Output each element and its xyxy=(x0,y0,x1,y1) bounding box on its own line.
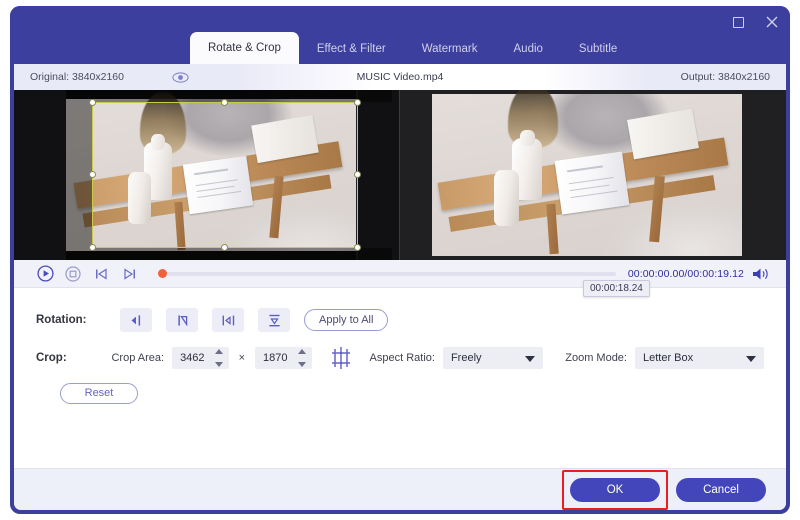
tab-label: Effect & Filter xyxy=(317,43,386,55)
crop-handle-mr[interactable] xyxy=(354,171,361,178)
close-icon[interactable] xyxy=(762,12,782,32)
ok-button[interactable]: OK xyxy=(570,478,660,502)
reset-row: Reset xyxy=(36,377,764,407)
crop-height-stepper[interactable] xyxy=(298,349,307,367)
rotate-left-icon[interactable] xyxy=(120,308,152,332)
crop-dimension-separator: × xyxy=(239,352,245,364)
volume-icon[interactable] xyxy=(752,267,770,281)
crop-handle-tl[interactable] xyxy=(89,99,96,106)
next-frame-icon[interactable] xyxy=(118,263,140,285)
crop-area-label: Crop Area: xyxy=(111,352,164,364)
apply-to-all-button[interactable]: Apply to All xyxy=(304,309,388,331)
timeline-marker[interactable] xyxy=(158,269,167,278)
output-resolution-label: Output: 3840x2160 xyxy=(681,71,770,83)
output-preview xyxy=(400,90,786,260)
window-controls xyxy=(728,12,782,32)
source-preview[interactable] xyxy=(14,90,400,260)
center-crop-icon[interactable] xyxy=(328,345,354,371)
tab-label: Subtitle xyxy=(579,43,617,55)
tab-label: Audio xyxy=(514,43,543,55)
crop-height-input[interactable]: 1870 xyxy=(255,347,312,369)
ok-button-wrapper: OK xyxy=(570,478,660,502)
zoom-mode-label: Zoom Mode: xyxy=(565,352,627,364)
player-controls: 00:00:00.00/00:00:19.12 xyxy=(14,260,786,288)
timeline-track[interactable] xyxy=(158,272,616,276)
cancel-button[interactable]: Cancel xyxy=(676,478,766,502)
timeline-tooltip: 00:00:18.24 xyxy=(583,280,650,297)
rotation-label: Rotation: xyxy=(36,314,120,326)
aspect-ratio-value: Freely xyxy=(451,352,482,364)
info-bar: Original: 3840x2160 MUSIC Video.mp4 Outp… xyxy=(14,64,786,90)
maximize-icon[interactable] xyxy=(728,12,748,32)
settings-area: Rotation: xyxy=(14,289,786,469)
crop-width-input[interactable]: 3462 xyxy=(172,347,229,369)
crop-handle-tr[interactable] xyxy=(354,99,361,106)
previous-frame-icon[interactable] xyxy=(90,263,112,285)
content-panel: Original: 3840x2160 MUSIC Video.mp4 Outp… xyxy=(14,64,786,510)
crop-label: Crop: xyxy=(36,352,111,364)
reset-button[interactable]: Reset xyxy=(60,383,138,404)
zoom-mode-value: Letter Box xyxy=(643,352,693,364)
original-resolution-label: Original: 3840x2160 xyxy=(30,71,124,83)
aspect-ratio-select[interactable]: Freely xyxy=(443,347,543,369)
crop-handle-bc[interactable] xyxy=(221,244,228,251)
crop-handle-ml[interactable] xyxy=(89,171,96,178)
preview-area xyxy=(14,90,786,260)
output-video-frame xyxy=(432,94,742,256)
timecode-display: 00:00:00.00/00:00:19.12 xyxy=(628,268,744,280)
aspect-ratio-label: Aspect Ratio: xyxy=(370,352,435,364)
rotation-row: Rotation: xyxy=(36,305,764,335)
crop-height-value: 1870 xyxy=(263,352,287,364)
original-info: Original: 3840x2160 xyxy=(14,64,374,90)
tab-rotate-crop[interactable]: Rotate & Crop xyxy=(190,32,299,64)
output-info: Output: 3840x2160 xyxy=(546,64,786,90)
tab-subtitle[interactable]: Subtitle xyxy=(561,34,635,64)
crop-handle-tc[interactable] xyxy=(221,99,228,106)
flip-horizontal-icon[interactable] xyxy=(212,308,244,332)
crop-width-stepper[interactable] xyxy=(215,349,224,367)
title-bar: Rotate & Crop Effect & Filter Watermark … xyxy=(10,6,790,64)
tab-bar: Rotate & Crop Effect & Filter Watermark … xyxy=(10,32,790,64)
source-video-frame xyxy=(66,90,356,260)
stop-icon[interactable] xyxy=(62,263,84,285)
tab-label: Watermark xyxy=(422,43,478,55)
flip-vertical-icon[interactable] xyxy=(258,308,290,332)
rotate-right-icon[interactable] xyxy=(166,308,198,332)
play-icon[interactable] xyxy=(34,263,56,285)
zoom-mode-select[interactable]: Letter Box xyxy=(635,347,764,369)
crop-row: Crop: Crop Area: 3462 × 1870 A xyxy=(36,343,764,373)
chevron-down-icon xyxy=(525,356,535,362)
tab-watermark[interactable]: Watermark xyxy=(404,34,496,64)
chevron-down-icon xyxy=(746,356,756,362)
editor-window: Rotate & Crop Effect & Filter Watermark … xyxy=(10,6,790,514)
tab-label: Rotate & Crop xyxy=(208,42,281,54)
crop-handle-br[interactable] xyxy=(354,244,361,251)
crop-width-value: 3462 xyxy=(180,352,204,364)
eye-icon[interactable] xyxy=(172,71,189,83)
tab-effect-filter[interactable]: Effect & Filter xyxy=(299,34,404,64)
dialog-footer: OK Cancel xyxy=(14,468,786,510)
crop-handle-bl[interactable] xyxy=(89,244,96,251)
tab-audio[interactable]: Audio xyxy=(496,34,561,64)
